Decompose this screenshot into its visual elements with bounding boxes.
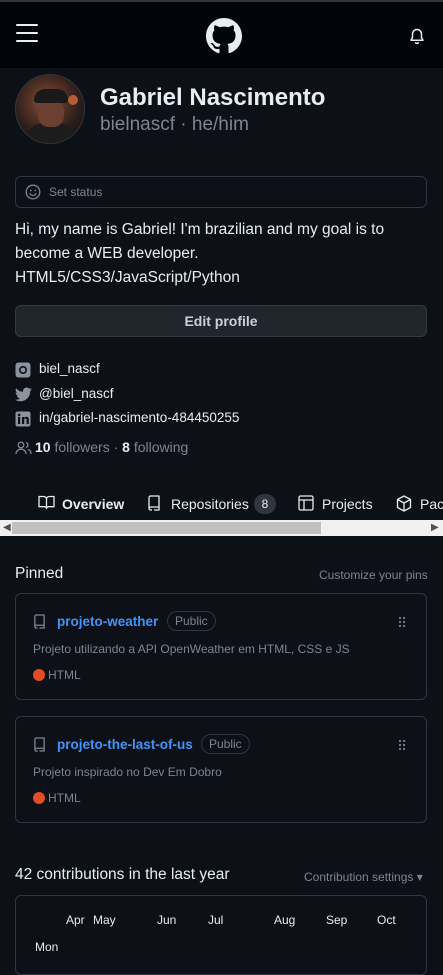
pinned-repo-card: projeto-the-last-of-us Public Projeto in… bbox=[15, 716, 427, 823]
language-color-dot bbox=[33, 669, 45, 681]
profile-name: Gabriel Nascimento bbox=[100, 84, 326, 111]
smiley-icon bbox=[25, 184, 41, 200]
repo-link[interactable]: projeto-the-last-of-us bbox=[57, 737, 193, 752]
repo-description: Projeto inspirado no Dev Em Dobro bbox=[33, 765, 222, 779]
bio-line: HTML5/CSS3/JavaScript/Python bbox=[15, 269, 240, 286]
package-icon bbox=[396, 495, 412, 512]
scrollbar-thumb[interactable] bbox=[12, 522, 321, 534]
linkedin-icon bbox=[15, 411, 31, 427]
twitter-icon bbox=[15, 387, 32, 402]
visibility-badge: Public bbox=[201, 734, 250, 754]
book-icon bbox=[38, 495, 55, 510]
repositories-count: 8 bbox=[254, 494, 276, 514]
hamburger-icon[interactable] bbox=[16, 24, 38, 44]
repo-icon bbox=[148, 495, 160, 511]
pinned-repo-card: projeto-weather Public Projeto utilizand… bbox=[15, 593, 427, 700]
instagram-icon bbox=[15, 362, 31, 378]
month-label: Apr bbox=[66, 913, 85, 927]
contributions-heading: 42 contributions in the last year bbox=[15, 866, 230, 883]
repo-icon bbox=[34, 737, 45, 752]
top-header bbox=[0, 0, 443, 68]
drag-handle-icon[interactable] bbox=[398, 616, 406, 628]
set-status-button[interactable]: Set status bbox=[15, 176, 427, 208]
pinned-heading: Pinned bbox=[15, 565, 64, 582]
month-label: Oct bbox=[377, 913, 396, 927]
profile-tabs: Overview Repositories 8 Projects Package… bbox=[0, 488, 443, 520]
scroll-right-icon[interactable]: ▶ bbox=[431, 522, 439, 533]
bell-icon[interactable] bbox=[409, 28, 425, 46]
following-link[interactable]: 8 following bbox=[122, 439, 188, 455]
repo-link[interactable]: projeto-weather bbox=[57, 614, 158, 629]
visibility-badge: Public bbox=[167, 611, 216, 631]
repo-language: HTML bbox=[48, 668, 81, 682]
edit-profile-button[interactable]: Edit profile bbox=[15, 305, 427, 337]
people-icon bbox=[15, 441, 32, 455]
scroll-left-icon[interactable]: ◀ bbox=[3, 522, 11, 533]
repo-icon bbox=[34, 614, 45, 629]
tabs-horizontal-scrollbar[interactable]: ◀ ▶ bbox=[0, 520, 443, 536]
day-label: Mon bbox=[35, 940, 59, 954]
repo-language: HTML bbox=[48, 791, 81, 805]
month-label: May bbox=[93, 913, 116, 927]
customize-pins-link[interactable]: Customize your pins bbox=[319, 568, 428, 582]
contribution-settings-dropdown[interactable]: Contribution settings ▾ bbox=[304, 870, 423, 884]
repo-description: Projeto utilizando a API OpenWeather em … bbox=[33, 642, 350, 656]
github-logo[interactable] bbox=[206, 18, 242, 54]
username: bielnascf bbox=[100, 114, 175, 135]
month-label: Sep bbox=[326, 913, 348, 927]
month-label: Aug bbox=[274, 913, 296, 927]
bio-line: Hi, my name is Gabriel! I'm brazilian an… bbox=[15, 221, 385, 238]
bio-line: become a WEB developer. bbox=[15, 245, 199, 262]
pronouns: he/him bbox=[191, 114, 249, 135]
contribution-graph bbox=[15, 895, 427, 975]
avatar[interactable] bbox=[15, 74, 85, 144]
month-label: Jun bbox=[157, 913, 177, 927]
drag-handle-icon[interactable] bbox=[398, 739, 406, 751]
set-status-label: Set status bbox=[49, 185, 103, 199]
month-label: Jul bbox=[208, 913, 224, 927]
followers-link[interactable]: 10 followers bbox=[35, 439, 110, 455]
language-color-dot bbox=[33, 792, 45, 804]
profile-bio: Hi, my name is Gabriel! I'm brazilian an… bbox=[15, 218, 427, 290]
profile-login: bielnascf · he/him bbox=[100, 114, 249, 135]
table-icon bbox=[298, 495, 314, 511]
